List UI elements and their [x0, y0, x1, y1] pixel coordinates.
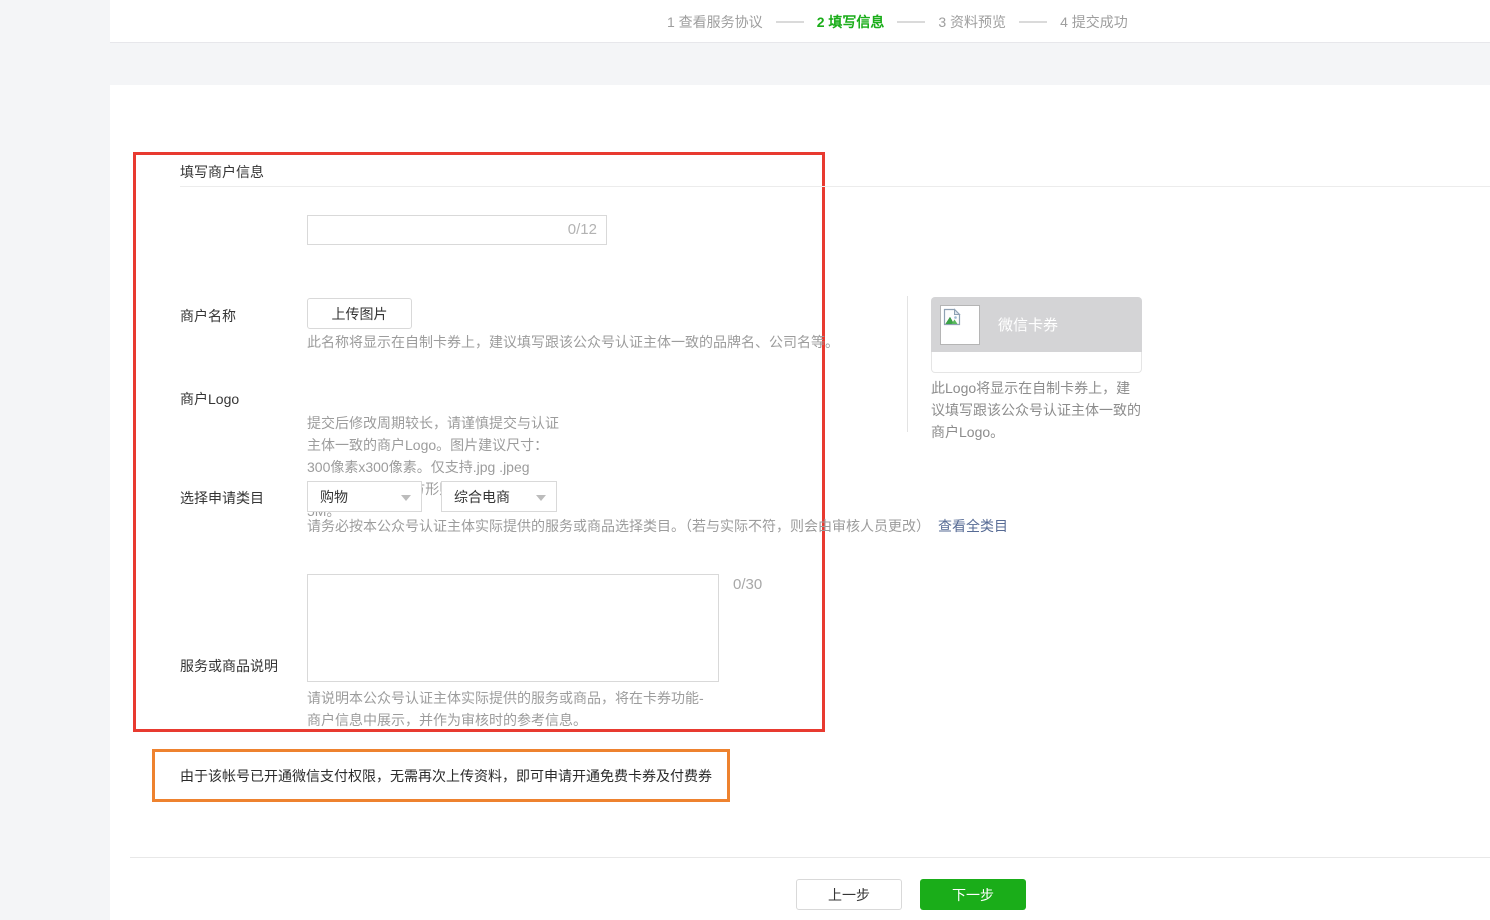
merchant-name-input-wrap: 0/12	[307, 215, 607, 245]
category-secondary-value: 综合电商	[454, 487, 510, 507]
category-help: 请务必按本公众号认证主体实际提供的服务或商品选择类目。（若与实际不符，则会由审核…	[307, 515, 1008, 537]
chevron-down-icon	[536, 495, 546, 501]
category-secondary-select[interactable]: 综合电商	[441, 481, 557, 512]
next-step-button[interactable]: 下一步	[920, 879, 1026, 910]
category-label: 选择申请类目	[180, 488, 264, 508]
card-preview-header: 微信卡券	[931, 297, 1142, 352]
step-fill-info: 2 填写信息	[817, 12, 885, 32]
description-help: 请说明本公众号认证主体实际提供的服务或商品，将在卡券功能- 商户信息中展示，并作…	[307, 687, 737, 731]
step-preview-materials: 3 资料预览	[938, 12, 1006, 32]
step-connector	[897, 21, 925, 23]
description-textarea[interactable]	[307, 574, 719, 682]
view-all-categories-link[interactable]: 查看全类目	[938, 518, 1008, 534]
logo-placeholder-box	[940, 305, 980, 345]
section-title: 填写商户信息	[180, 162, 264, 182]
step-indicator: 1 查看服务协议 2 填写信息 3 资料预览 4 提交成功	[667, 0, 1128, 43]
payment-permission-notice: 由于该帐号已开通微信支付权限，无需再次上传资料，即可申请开通免费卡券及付费券	[180, 766, 712, 786]
section-divider	[180, 186, 1490, 187]
category-primary-value: 购物	[320, 487, 348, 507]
step-connector	[776, 21, 804, 23]
merchant-name-help: 此名称将显示在自制卡券上，建议填写跟该公众号认证主体一致的品牌名、公司名等。	[307, 331, 839, 353]
preview-divider	[907, 296, 908, 432]
merchant-name-counter: 0/12	[568, 221, 597, 238]
chevron-down-icon	[401, 495, 411, 501]
merchant-logo-label: 商户Logo	[180, 389, 239, 409]
prev-step-button[interactable]: 上一步	[796, 879, 902, 910]
step-submit-success: 4 提交成功	[1060, 12, 1128, 32]
step-view-agreement: 1 查看服务协议	[667, 12, 763, 32]
description-label: 服务或商品说明	[180, 656, 278, 676]
card-preview-note: 此Logo将显示在自制卡券上，建 议填写跟该公众号认证主体一致的 商户Logo。	[931, 377, 1153, 443]
card-preview-title: 微信卡券	[998, 314, 1058, 335]
card-preview: 微信卡券	[931, 297, 1142, 373]
category-help-text: 请务必按本公众号认证主体实际提供的服务或商品选择类目。（若与实际不符，则会由审核…	[307, 518, 930, 534]
merchant-name-input[interactable]	[307, 215, 607, 245]
merchant-name-label: 商户名称	[180, 306, 236, 326]
footer-divider	[130, 857, 1490, 858]
card-preview-body	[931, 352, 1142, 373]
broken-image-icon	[943, 308, 961, 326]
merchant-info-panel: 填写商户信息 商户名称 0/12 此名称将显示在自制卡券上，建议填写跟该公众号认…	[110, 85, 1490, 920]
wizard-topbar: 1 查看服务协议 2 填写信息 3 资料预览 4 提交成功	[110, 0, 1490, 43]
category-primary-select[interactable]: 购物	[307, 481, 422, 512]
description-counter: 0/30	[733, 576, 762, 593]
step-connector	[1019, 21, 1047, 23]
upload-image-button[interactable]: 上传图片	[307, 298, 412, 329]
